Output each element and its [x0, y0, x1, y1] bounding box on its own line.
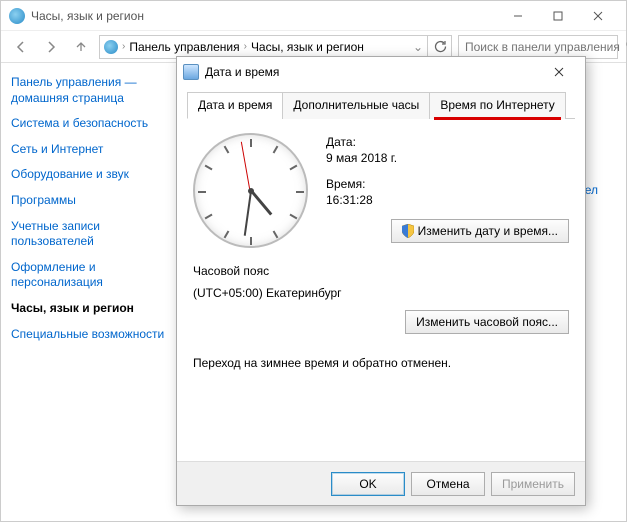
- chevron-right-icon: ›: [244, 41, 247, 52]
- analog-clock: [193, 133, 308, 248]
- sidebar-item-active[interactable]: Часы, язык и регион: [11, 301, 166, 317]
- minute-hand: [243, 191, 251, 236]
- clock-and-info-row: Дата: 9 мая 2018 г. Время: 16:31:28 Изме…: [193, 133, 569, 248]
- control-panel-icon: [104, 40, 118, 54]
- sidebar-item[interactable]: Оборудование и звук: [11, 167, 166, 183]
- window-title: Часы, язык и регион: [31, 9, 144, 23]
- chevron-right-icon: ›: [122, 41, 125, 52]
- tab-content: Дата: 9 мая 2018 г. Время: 16:31:28 Изме…: [187, 119, 575, 451]
- date-time-info: Дата: 9 мая 2018 г. Время: 16:31:28 Изме…: [326, 133, 569, 243]
- time-label: Время:: [326, 177, 569, 191]
- sidebar-item[interactable]: Программы: [11, 193, 166, 209]
- up-button[interactable]: [69, 35, 93, 59]
- sidebar: Панель управления — домашняя страница Си…: [1, 63, 176, 521]
- sidebar-item[interactable]: Оформление и персонализация: [11, 260, 166, 291]
- timezone-section: Часовой пояс (UTC+05:00) Екатеринбург Из…: [193, 264, 569, 334]
- change-date-time-button[interactable]: Изменить дату и время...: [391, 219, 569, 243]
- sidebar-home-line2: домашняя страница: [11, 91, 124, 105]
- breadcrumb-item[interactable]: Часы, язык и регион: [251, 40, 364, 54]
- main-titlebar: Часы, язык и регион: [1, 1, 626, 31]
- minimize-button[interactable]: [498, 2, 538, 30]
- apply-button[interactable]: Применить: [491, 472, 575, 496]
- breadcrumb-item[interactable]: Панель управления: [129, 40, 239, 54]
- date-time-dialog: Дата и время Дата и время Дополнительные…: [176, 56, 586, 506]
- sidebar-home-line1: Панель управления —: [11, 75, 137, 89]
- back-button[interactable]: [9, 35, 33, 59]
- second-hand: [240, 141, 250, 190]
- search-field[interactable]: [458, 35, 618, 59]
- ok-button[interactable]: OK: [331, 472, 405, 496]
- timezone-label: Часовой пояс: [193, 264, 569, 278]
- tab-label: Дополнительные часы: [293, 98, 419, 112]
- close-button[interactable]: [578, 2, 618, 30]
- breadcrumb[interactable]: › Панель управления › Часы, язык и регио…: [99, 35, 428, 59]
- sidebar-home[interactable]: Панель управления — домашняя страница: [11, 75, 166, 106]
- chevron-down-icon[interactable]: ⌄: [413, 40, 423, 54]
- date-time-icon: [183, 64, 199, 80]
- button-label: Отмена: [426, 477, 469, 491]
- dialog-close-button[interactable]: [539, 58, 579, 86]
- sidebar-item[interactable]: Специальные возможности: [11, 327, 166, 343]
- sidebar-item[interactable]: Сеть и Интернет: [11, 142, 166, 158]
- control-panel-icon: [9, 8, 25, 24]
- time-value: 16:31:28: [326, 193, 569, 207]
- maximize-button[interactable]: [538, 2, 578, 30]
- button-label: Применить: [502, 477, 564, 491]
- tab-strip: Дата и время Дополнительные часы Время п…: [187, 91, 575, 119]
- tab-label: Дата и время: [198, 98, 272, 112]
- sidebar-item[interactable]: Система и безопасность: [11, 116, 166, 132]
- search-input[interactable]: [463, 39, 622, 55]
- tab-label: Время по Интернету: [440, 98, 554, 112]
- date-value: 9 мая 2018 г.: [326, 151, 569, 165]
- window-controls: [498, 2, 618, 30]
- dialog-body: Дата и время Дополнительные часы Время п…: [177, 87, 585, 461]
- shield-icon: [402, 224, 414, 238]
- dialog-footer: OK Отмена Применить: [177, 461, 585, 505]
- button-label: Изменить дату и время...: [418, 224, 558, 238]
- refresh-button[interactable]: [428, 35, 452, 59]
- tab-internet-time[interactable]: Время по Интернету: [429, 92, 565, 119]
- change-timezone-button[interactable]: Изменить часовой пояс...: [405, 310, 569, 334]
- cancel-button[interactable]: Отмена: [411, 472, 485, 496]
- tab-date-time[interactable]: Дата и время: [187, 92, 283, 119]
- dialog-title: Дата и время: [205, 65, 279, 79]
- date-label: Дата:: [326, 135, 569, 149]
- button-label: OK: [359, 477, 376, 491]
- button-label: Изменить часовой пояс...: [416, 315, 558, 329]
- dst-message: Переход на зимнее время и обратно отмене…: [193, 356, 569, 370]
- tab-additional-clocks[interactable]: Дополнительные часы: [282, 92, 430, 119]
- dialog-titlebar: Дата и время: [177, 57, 585, 87]
- sidebar-item[interactable]: Учетные записи пользователей: [11, 219, 166, 250]
- forward-button[interactable]: [39, 35, 63, 59]
- timezone-value: (UTC+05:00) Екатеринбург: [193, 286, 569, 300]
